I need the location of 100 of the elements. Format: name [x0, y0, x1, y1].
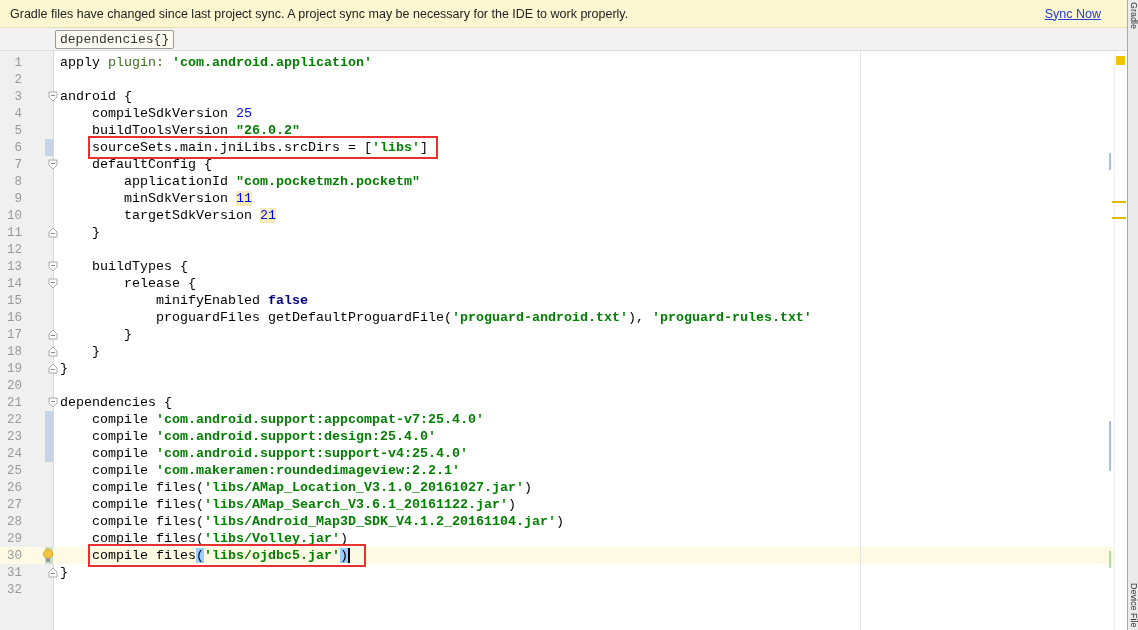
code-token: minifyEnabled: [156, 293, 261, 308]
code-token: compile files(: [92, 531, 204, 546]
code-token: buildTypes {: [92, 259, 188, 274]
code-token: compileSdkVersion: [92, 106, 229, 121]
code-token: targetSdkVersion: [124, 208, 253, 223]
code-token: ): [555, 514, 564, 529]
code-token: compile files: [92, 548, 196, 563]
change-stripe-mark: [1109, 153, 1111, 170]
code-token: ),: [627, 310, 645, 325]
breadcrumb-item[interactable]: dependencies{}: [55, 29, 175, 49]
line-number: 1: [13, 55, 22, 70]
line-number: 15: [6, 293, 22, 308]
line-number: 11: [6, 225, 22, 240]
line-number: 27: [6, 497, 22, 512]
line-number: 7: [13, 157, 22, 172]
line-number: 13: [6, 259, 22, 274]
line-number: 16: [6, 310, 22, 325]
code-token: compile: [92, 412, 149, 427]
code-token: 'com.android.support:design:25.4.0': [156, 429, 436, 444]
code-token: 'proguard-android.txt': [451, 310, 628, 325]
code-token: 21: [260, 208, 276, 223]
line-number: 30: [6, 548, 22, 563]
tool-window-tab[interactable]: Gradle: [1128, 2, 1138, 29]
code-token: minSdkVersion: [124, 191, 229, 206]
code-token: 'com.android.application': [172, 55, 372, 70]
warning-stripe-mark: [1112, 217, 1126, 219]
line-number: 23: [6, 429, 22, 444]
warning-indicator-icon: [1116, 56, 1125, 65]
code-token: compile: [92, 463, 149, 478]
line-number: 29: [6, 531, 22, 546]
sync-message: Gradle files have changed since last project sync. A project sync may be necessary for the IDE to work properly.: [10, 6, 629, 21]
line-number: 3: [13, 89, 22, 104]
line-number: 21: [6, 395, 22, 410]
line-number: 22: [6, 412, 22, 427]
code-token: release {: [124, 276, 196, 291]
line-number: 8: [13, 174, 22, 189]
code-token: applicationId: [124, 174, 229, 189]
code-token: 25: [235, 106, 252, 121]
tool-window-tab[interactable]: Device File: [1128, 583, 1138, 628]
fold-marker-icon[interactable]: [48, 278, 58, 289]
code-token: ]: [419, 140, 428, 155]
code-token: sourceSets.main.jniLibs.srcDirs = [: [92, 140, 372, 155]
code-token: proguardFiles getDefaultProguardFile(: [156, 310, 452, 325]
code-token: }: [124, 327, 132, 342]
code-token: }: [92, 225, 100, 240]
code-token: 'libs/AMap_Location_V3.1.0_20161027.jar': [204, 480, 524, 495]
fold-marker-icon[interactable]: [48, 159, 58, 170]
change-stripe-mark: [1109, 551, 1111, 568]
fold-marker-icon[interactable]: [48, 346, 58, 357]
code-token: plugin:: [108, 55, 165, 70]
fold-marker-icon[interactable]: [48, 363, 58, 374]
code-token: dependencies {: [60, 395, 172, 410]
fold-marker-icon[interactable]: [48, 567, 58, 578]
code-token: buildToolsVersion: [92, 123, 229, 138]
code-token: 'libs/ojdbc5.jar': [204, 548, 340, 563]
code-token: ): [523, 480, 532, 495]
code-token: "com.pocketmzh.pocketm": [236, 174, 420, 189]
code-token: android {: [60, 89, 132, 104]
line-number: 5: [13, 123, 22, 138]
code-token: false: [268, 293, 308, 308]
change-stripe-mark: [1109, 421, 1111, 471]
code-token: apply: [60, 55, 101, 70]
sync-now-link[interactable]: Sync Now: [1044, 6, 1101, 21]
line-number: 24: [6, 446, 22, 461]
code-token: 'libs/AMap_Search_V3.6.1_20161122.jar': [204, 497, 508, 512]
line-number: 18: [6, 344, 22, 359]
code-token: compile files(: [92, 514, 204, 529]
code-token: ): [507, 497, 516, 512]
code-token: compile: [92, 446, 149, 461]
code-token: }: [60, 361, 68, 376]
code-token: ): [339, 548, 348, 563]
code-token: compile files(: [92, 497, 204, 512]
fold-marker-icon[interactable]: [48, 227, 58, 238]
line-number: 25: [6, 463, 22, 478]
line-number: 28: [6, 514, 22, 529]
code-token: (: [196, 548, 204, 563]
fold-marker-icon[interactable]: [48, 91, 58, 102]
line-number: 6: [13, 140, 22, 155]
line-number: 9: [13, 191, 22, 206]
code-token: 'proguard-rules.txt': [651, 310, 812, 325]
code-token: compile files(: [92, 480, 204, 495]
line-number: 10: [6, 208, 22, 223]
code-token: 11: [236, 191, 252, 206]
line-number: 12: [6, 242, 22, 257]
fold-marker-icon[interactable]: [48, 329, 58, 340]
code-token: "26.0.2": [235, 123, 300, 138]
code-token: }: [60, 565, 68, 580]
fold-marker-icon[interactable]: [48, 261, 58, 272]
code-token: 'libs/Volley.jar': [204, 531, 340, 546]
line-number: 32: [6, 582, 22, 597]
code-token: compile: [92, 429, 149, 444]
code-token: 'libs': [371, 140, 420, 155]
line-number: 2: [13, 72, 22, 87]
code-token: 'com.android.support:appcompat-v7:25.4.0': [156, 412, 484, 427]
line-number: 31: [6, 565, 22, 580]
line-number: 20: [6, 378, 22, 393]
code-token: }: [92, 344, 100, 359]
warning-stripe-mark: [1112, 201, 1126, 203]
fold-marker-icon[interactable]: [48, 397, 58, 408]
line-number: 26: [6, 480, 22, 495]
